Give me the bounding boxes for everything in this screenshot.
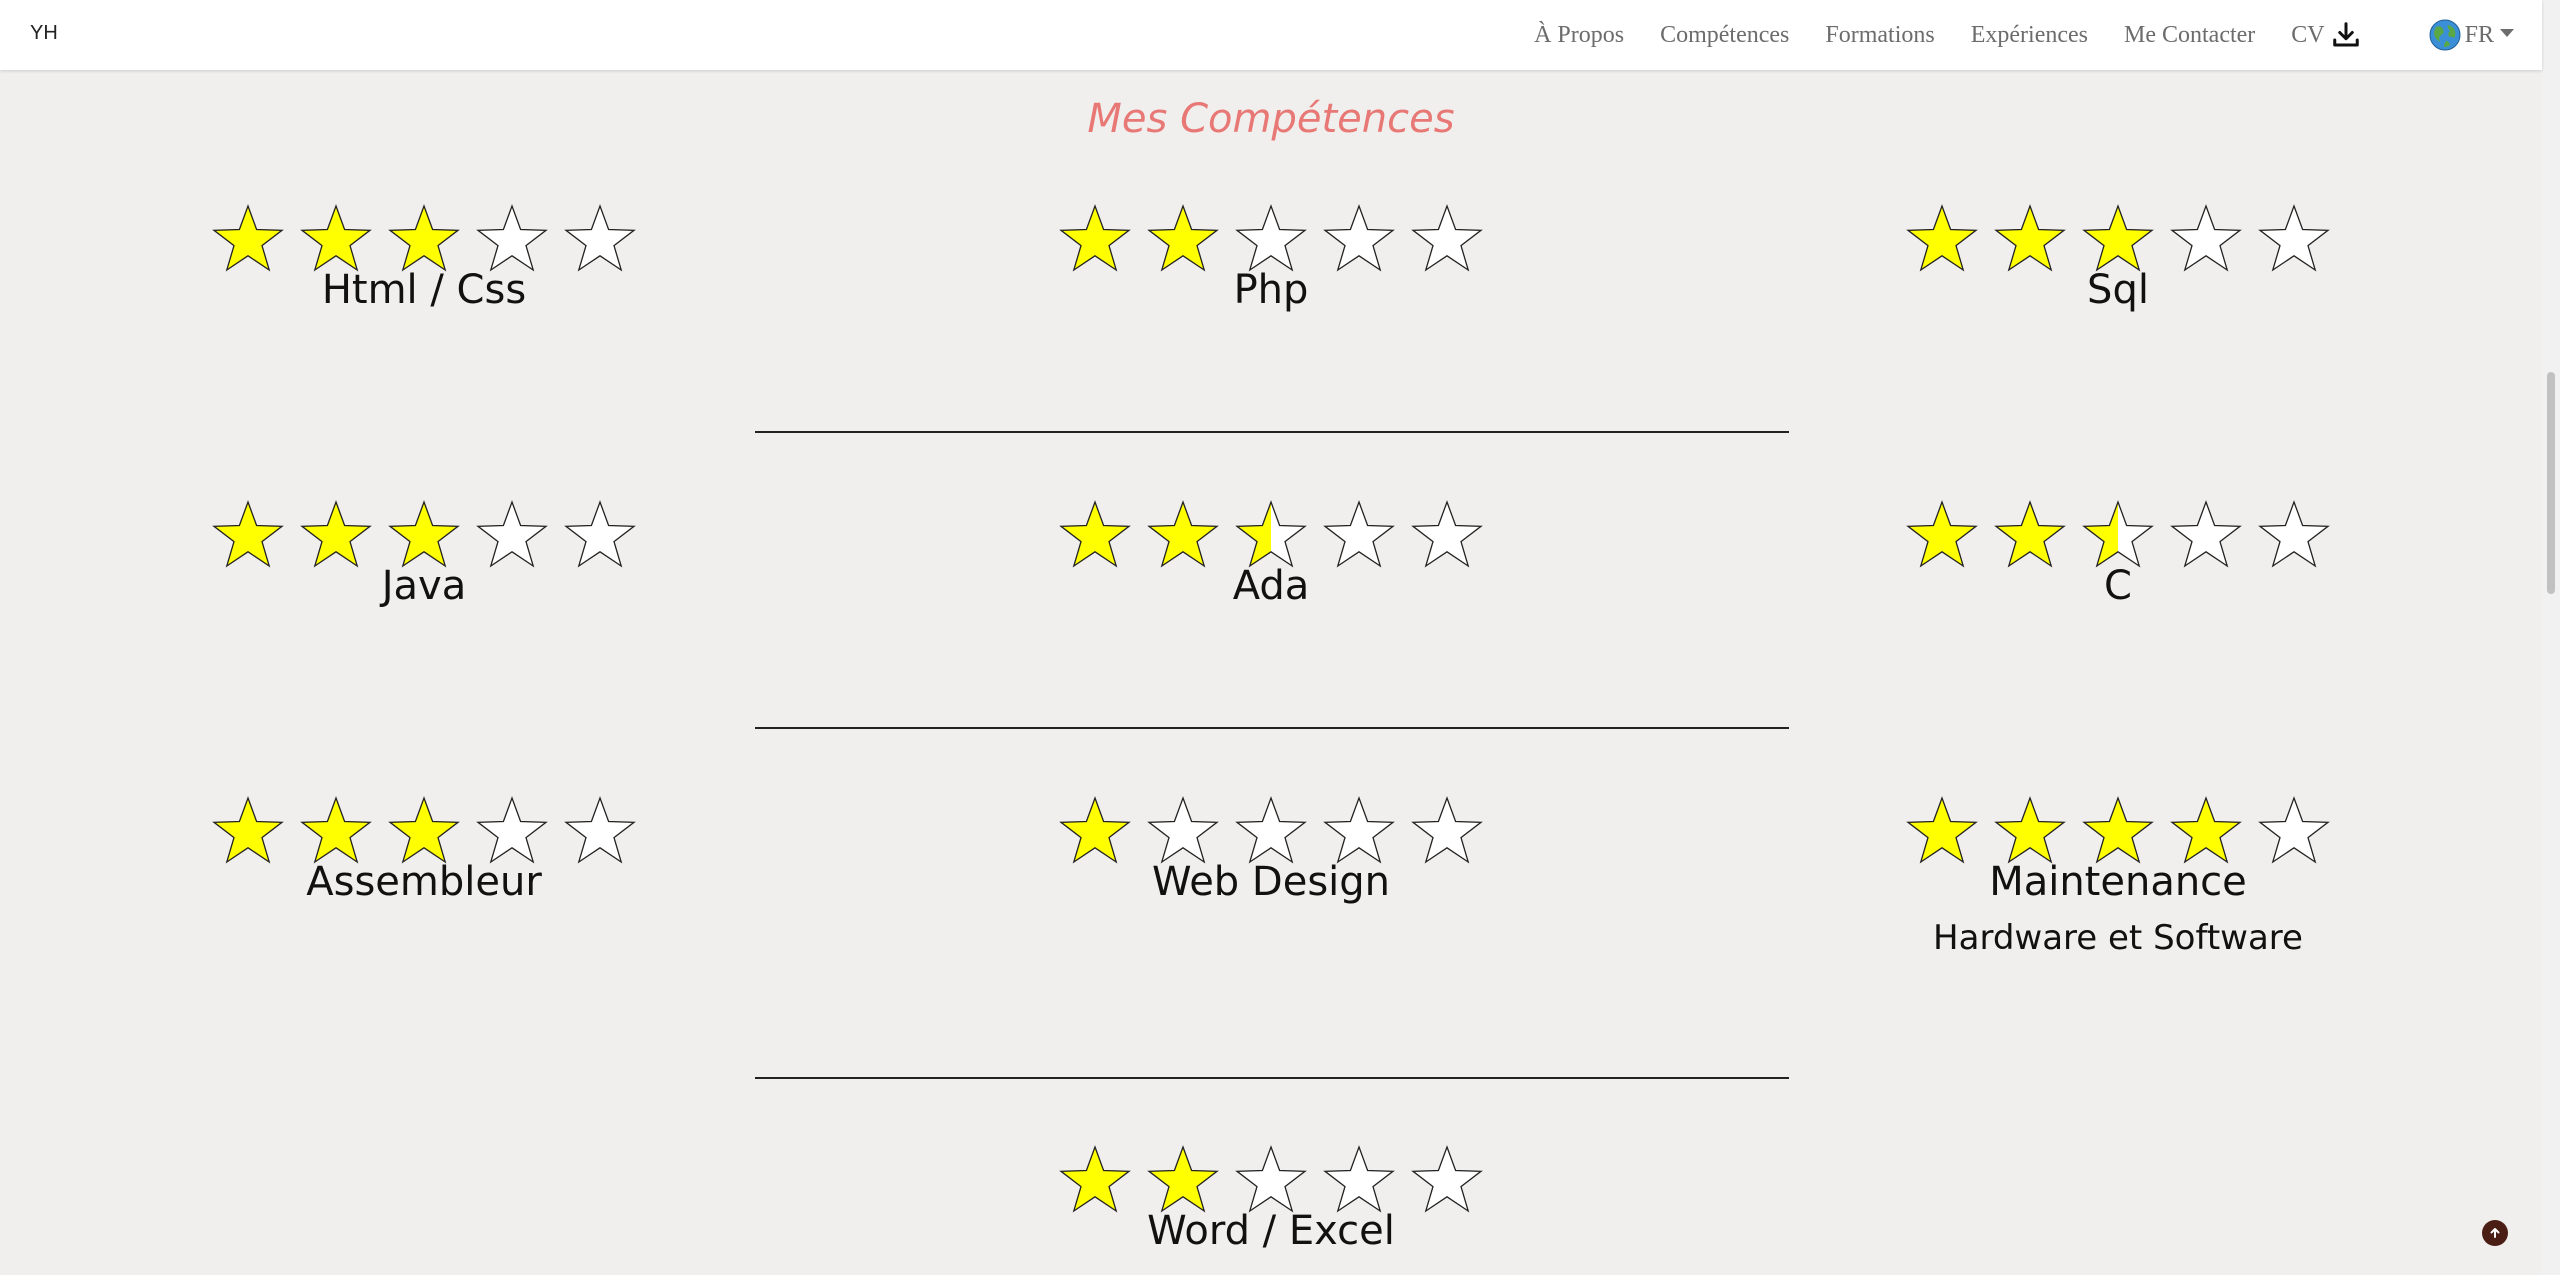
star-filled-icon (1147, 500, 1219, 568)
star-empty-icon (1411, 796, 1483, 864)
star-empty-icon (476, 500, 548, 568)
star-empty-icon (2258, 204, 2330, 272)
star-empty-icon (2258, 796, 2330, 864)
skill-card: C (1818, 498, 2418, 608)
skill-card: Ada (971, 498, 1571, 608)
skill-card: Assembleur (124, 794, 724, 904)
section-title: Mes Compétences (1087, 96, 1455, 142)
chevron-down-icon (2500, 29, 2514, 37)
skill-card: Html / Css (124, 202, 724, 312)
nav-links: À Propos Compétences Formations Expérien… (1498, 0, 2514, 70)
star-filled-icon (1906, 500, 1978, 568)
star-filled-icon (1994, 204, 2066, 272)
nav-link-cv[interactable]: CV (2291, 20, 2360, 50)
star-empty-icon (1411, 500, 1483, 568)
language-dropdown[interactable]: FR (2429, 19, 2514, 51)
skill-card: Word / Excel (971, 1143, 1571, 1253)
arrow-up-icon (2490, 1228, 2500, 1238)
star-filled-icon (1059, 500, 1131, 568)
star-empty-icon (564, 500, 636, 568)
star-empty-icon (2258, 500, 2330, 568)
download-icon (2332, 22, 2359, 47)
divider (755, 1077, 1789, 1079)
skill-card: Php (971, 202, 1571, 312)
star-empty-icon (2170, 204, 2242, 272)
skill-card: Maintenance Hardware et Software (1818, 794, 2418, 958)
star-filled-icon (212, 500, 284, 568)
scroll-to-top-button[interactable] (2482, 1220, 2508, 1246)
star-filled-icon (1059, 1145, 1131, 1213)
star-empty-icon (2170, 500, 2242, 568)
scrollbar-thumb[interactable] (2547, 372, 2555, 594)
star-filled-icon (212, 796, 284, 864)
star-filled-icon (1059, 796, 1131, 864)
star-filled-icon (300, 500, 372, 568)
cv-label: CV (2291, 21, 2325, 48)
divider (755, 727, 1789, 729)
nav-link-skills[interactable]: Compétences (1660, 22, 1789, 49)
skill-card: Java (124, 498, 724, 608)
nav-link-about[interactable]: À Propos (1534, 22, 1624, 49)
star-filled-icon (1994, 500, 2066, 568)
skill-card: Web Design (971, 794, 1571, 904)
nav-link-contact[interactable]: Me Contacter (2124, 22, 2255, 49)
scrollbar[interactable] (2542, 0, 2560, 1275)
star-empty-icon (1411, 204, 1483, 272)
star-filled-icon (1147, 204, 1219, 272)
star-empty-icon (1411, 1145, 1483, 1213)
star-empty-icon (564, 204, 636, 272)
star-filled-icon (1059, 204, 1131, 272)
skill-subtitle: Hardware et Software (1933, 918, 2303, 958)
nav-link-experience[interactable]: Expériences (1971, 22, 2088, 49)
star-empty-icon (564, 796, 636, 864)
star-filled-icon (1906, 204, 1978, 272)
star-filled-icon (1906, 796, 1978, 864)
navbar: YH À Propos Compétences Formations Expér… (0, 0, 2542, 70)
brand-logo[interactable]: YH (30, 22, 58, 45)
language-label: FR (2464, 21, 2494, 48)
divider (755, 431, 1789, 433)
skill-card: Sql (1818, 202, 2418, 312)
star-empty-icon (1323, 204, 1395, 272)
nav-link-education[interactable]: Formations (1825, 22, 1934, 49)
star-filled-icon (212, 204, 284, 272)
star-empty-icon (1323, 500, 1395, 568)
globe-icon (2429, 19, 2461, 51)
